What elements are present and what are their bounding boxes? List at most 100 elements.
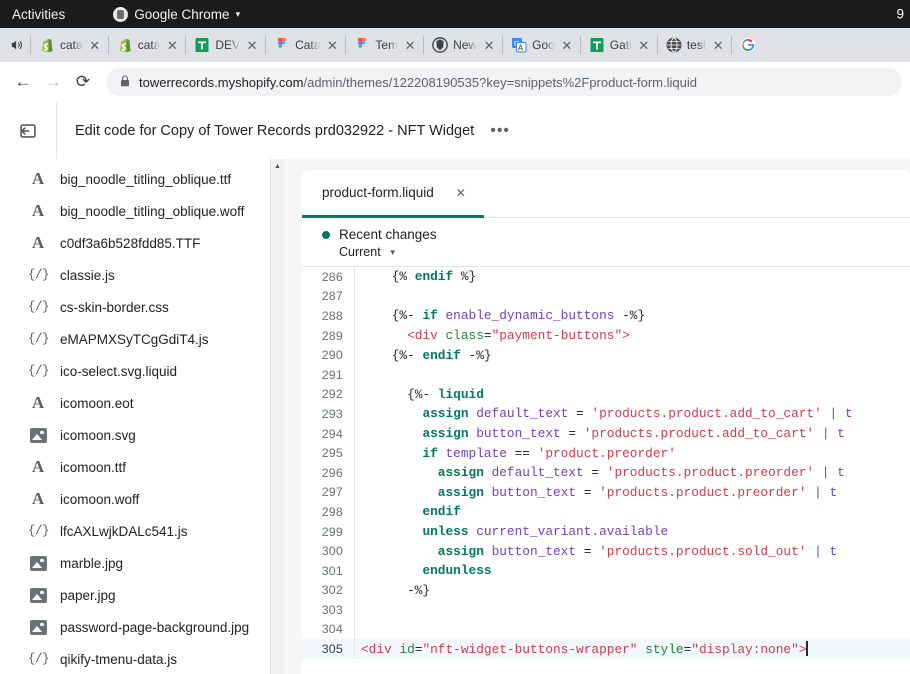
- file-list-item[interactable]: {/}qikify-tmenu-data.js: [0, 643, 284, 674]
- line-number: 298: [302, 505, 354, 519]
- close-icon[interactable]: ✕: [482, 39, 496, 52]
- file-list-item[interactable]: {/}classie.js: [0, 259, 284, 291]
- code-line[interactable]: 288 {%- if enable_dynamic_buttons -%}: [302, 306, 910, 326]
- reload-button[interactable]: ⟳: [68, 67, 98, 97]
- code-token: | t: [814, 485, 837, 500]
- code-line[interactable]: 286 {% endif %}: [302, 267, 910, 287]
- app-menu-chrome[interactable]: Google Chrome ▾: [113, 7, 240, 22]
- gutter-border: [354, 365, 355, 385]
- version-select[interactable]: Current ▼: [322, 245, 910, 259]
- browser-tab[interactable]: test✕: [658, 30, 731, 60]
- browser-tab[interactable]: New ✕: [424, 30, 502, 60]
- line-number: 299: [302, 525, 354, 539]
- code-line[interactable]: 287: [302, 287, 910, 307]
- code-token: endif: [415, 269, 453, 284]
- code-line-text: {%- if enable_dynamic_buttons -%}: [355, 308, 645, 323]
- google-icon: [740, 37, 756, 53]
- sheets-icon: [589, 37, 605, 53]
- code-line[interactable]: 293 assign default_text = 'products.prod…: [302, 404, 910, 424]
- code-token: "payment-buttons": [492, 328, 623, 343]
- code-line[interactable]: 300 assign button_text = 'products.produ…: [302, 541, 910, 561]
- browser-tab[interactable]: cata✕: [109, 30, 186, 60]
- code-token: [361, 328, 407, 343]
- browser-tab[interactable]: Cata✕: [266, 30, 345, 60]
- code-line[interactable]: 291: [302, 365, 910, 385]
- code-line[interactable]: 289 <div class="payment-buttons">: [302, 326, 910, 346]
- file-list-item[interactable]: Aicomoon.eot: [0, 387, 284, 419]
- close-icon[interactable]: ✕: [456, 186, 466, 200]
- file-list-item[interactable]: {/}cs-skin-border.css: [0, 291, 284, 323]
- code-line[interactable]: 297 assign button_text = 'products.produ…: [302, 483, 910, 503]
- clock[interactable]: 9: [896, 7, 904, 22]
- file-list-item[interactable]: icomoon.svg: [0, 419, 284, 451]
- file-name: paper.jpg: [60, 588, 116, 603]
- file-list-item[interactable]: Abig_noodle_titling_oblique.ttf: [0, 163, 284, 195]
- file-list-item[interactable]: Aicomoon.ttf: [0, 451, 284, 483]
- code-scroll-area[interactable]: 286 {% endif %}287288 {%- if enable_dyna…: [302, 267, 910, 674]
- close-icon[interactable]: ✕: [711, 39, 725, 52]
- scroll-up-arrow-icon[interactable]: ▲: [271, 159, 284, 173]
- file-list-sidebar[interactable]: Abig_noodle_titling_oblique.ttfAbig_nood…: [0, 159, 284, 674]
- browser-tab[interactable]: GGoo✕: [503, 30, 580, 60]
- code-token: [361, 504, 422, 519]
- code-token: >: [799, 642, 807, 657]
- file-list-item[interactable]: {/}lfcAXLwjkDALc541.js: [0, 515, 284, 547]
- code-token: assign: [438, 465, 484, 480]
- address-bar[interactable]: towerrecords.myshopify.com/admin/themes/…: [106, 68, 902, 96]
- file-list-item[interactable]: {/}ico-select.svg.liquid: [0, 355, 284, 387]
- browser-tab[interactable]: DEV✕: [186, 30, 265, 60]
- code-line[interactable]: 301 endunless: [302, 561, 910, 581]
- file-name: cs-skin-border.css: [60, 300, 169, 315]
- close-icon[interactable]: ✕: [637, 39, 651, 52]
- code-line[interactable]: 294 assign button_text = 'products.produ…: [302, 424, 910, 444]
- close-icon[interactable]: ✕: [245, 39, 259, 52]
- code-line[interactable]: 296 assign default_text = 'products.prod…: [302, 463, 910, 483]
- back-button[interactable]: ←: [8, 67, 38, 97]
- browser-tab[interactable]: Gati✕: [581, 30, 657, 60]
- font-file-icon: A: [28, 233, 48, 253]
- file-list-item[interactable]: Ac0df3a6b528fdd85.TTF: [0, 227, 284, 259]
- browser-tab-title: New: [453, 38, 477, 52]
- file-name: icomoon.ttf: [60, 460, 126, 475]
- code-line[interactable]: 304: [302, 620, 910, 640]
- url-path: /admin/themes/122208190535?key=snippets%…: [303, 75, 697, 90]
- url-host: towerrecords.myshopify.com: [139, 75, 303, 90]
- code-line[interactable]: 295 if template == 'product.preorder': [302, 443, 910, 463]
- close-icon[interactable]: ✕: [165, 39, 179, 52]
- code-line[interactable]: 303: [302, 600, 910, 620]
- code-line[interactable]: 290 {%- endif -%}: [302, 345, 910, 365]
- font-file-icon: A: [28, 393, 48, 413]
- code-token: id: [399, 642, 414, 657]
- file-list-item[interactable]: paper.jpg: [0, 579, 284, 611]
- close-icon[interactable]: ✕: [88, 39, 102, 52]
- line-number: 290: [302, 348, 354, 362]
- tab-overflow[interactable]: [732, 30, 756, 60]
- code-token: enable_dynamic_buttons: [445, 308, 614, 323]
- code-token: current_variant.available: [476, 524, 668, 539]
- code-line[interactable]: 292 {%- liquid: [302, 385, 910, 405]
- close-icon[interactable]: ✕: [325, 39, 339, 52]
- file-list-item[interactable]: password-page-background.jpg: [0, 611, 284, 643]
- code-token: =: [584, 465, 607, 480]
- file-list-item[interactable]: Abig_noodle_titling_oblique.woff: [0, 195, 284, 227]
- browser-tab[interactable]: cata✕: [31, 30, 108, 60]
- page-title: Edit code for Copy of Tower Records prd0…: [75, 123, 474, 139]
- more-actions-button[interactable]: •••: [490, 122, 510, 140]
- editor-tab-product-form[interactable]: product-form.liquid ✕: [302, 170, 484, 218]
- sidebar-scrollbar[interactable]: ▲: [270, 159, 284, 674]
- file-list-item[interactable]: Aicomoon.woff: [0, 483, 284, 515]
- file-list-item[interactable]: marble.jpg: [0, 547, 284, 579]
- gutter-border: [354, 287, 355, 307]
- activities-button[interactable]: Activities: [12, 7, 65, 22]
- code-line[interactable]: 302 -%}: [302, 581, 910, 601]
- file-list-item[interactable]: {/}eMAPMXSyTCgGdiT4.js: [0, 323, 284, 355]
- code-line[interactable]: 305<div id="nft-widget-buttons-wrapper" …: [302, 639, 910, 659]
- forward-button[interactable]: →: [38, 67, 68, 97]
- close-icon[interactable]: ✕: [403, 39, 417, 52]
- exit-editor-button[interactable]: [0, 102, 56, 159]
- close-icon[interactable]: ✕: [560, 39, 574, 52]
- browser-tab[interactable]: Tem✕: [346, 30, 423, 60]
- code-line[interactable]: 299 unless current_variant.available: [302, 522, 910, 542]
- code-line[interactable]: 298 endif: [302, 502, 910, 522]
- mute-site-icon[interactable]: [4, 32, 30, 58]
